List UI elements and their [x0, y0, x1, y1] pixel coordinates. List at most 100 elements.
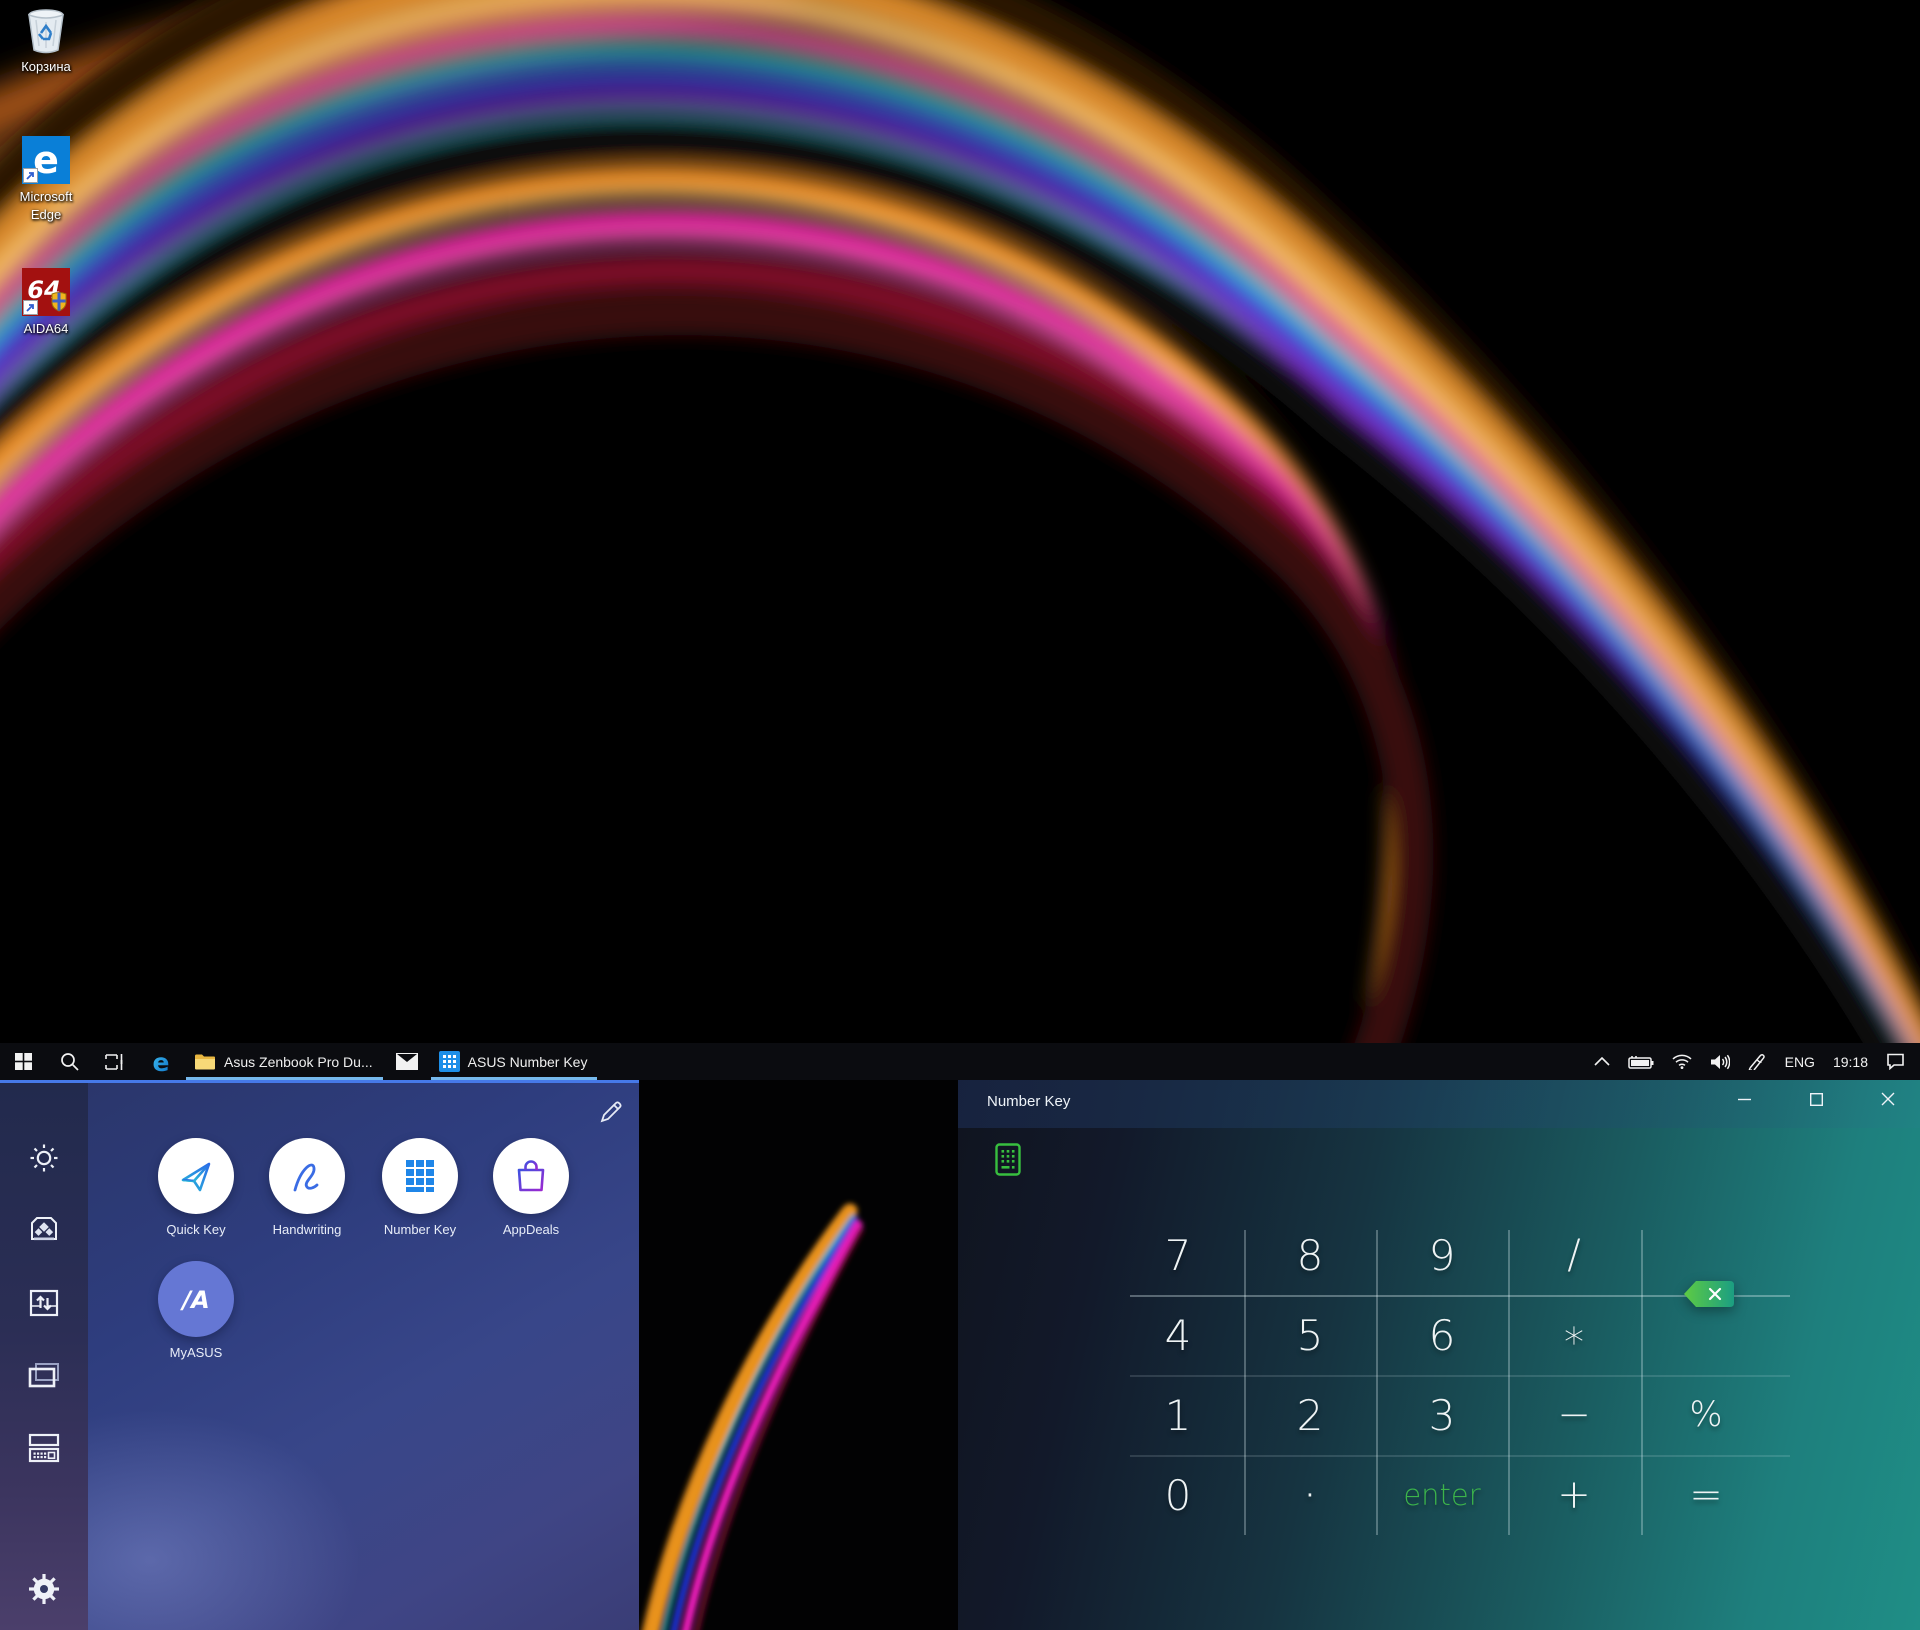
- handwriting-icon: [269, 1138, 345, 1214]
- numpad-key-percent[interactable]: %: [1640, 1375, 1772, 1455]
- number-key-icon: [438, 1051, 460, 1072]
- number-key-app-icon: [382, 1138, 458, 1214]
- numpad-key-equals[interactable]: =: [1640, 1455, 1772, 1535]
- desktop: Корзина e Microsoft Edge 64 AIDA64: [0, 0, 1920, 1043]
- number-key-window: Number Key 7 8 9 / 4 5 6 ∗ 1 2 3 − % 0 ·…: [958, 1080, 1920, 1630]
- screenpad-wallpaper: [639, 1080, 958, 1630]
- shortcut-arrow-icon: [23, 168, 38, 183]
- minimize-button[interactable]: [1722, 1082, 1766, 1116]
- appdeals-icon: [493, 1138, 569, 1214]
- maximize-button[interactable]: [1794, 1082, 1838, 1116]
- numpad-key-0[interactable]: 0: [1112, 1455, 1244, 1535]
- desktop-icon-label: Microsoft Edge: [19, 189, 73, 222]
- task-swap-button[interactable]: [0, 1281, 88, 1325]
- edge-icon: e: [22, 136, 70, 184]
- myasus-icon: /A: [158, 1261, 234, 1337]
- numpad-key-5[interactable]: 5: [1244, 1295, 1376, 1375]
- launcher-app-label: MyASUS: [169, 1345, 223, 1360]
- quick-key-icon: [158, 1138, 234, 1214]
- start-button[interactable]: [0, 1043, 46, 1080]
- tray-chevron-icon[interactable]: [1585, 1043, 1619, 1080]
- launcher-app-label: Handwriting: [272, 1222, 342, 1237]
- tray-pen-icon[interactable]: [1739, 1043, 1776, 1080]
- edit-launcher-button[interactable]: [596, 1097, 626, 1127]
- maximize-icon: [1809, 1092, 1823, 1106]
- taskbar-window-number-key[interactable]: ASUS Number Key: [429, 1043, 600, 1080]
- search-button[interactable]: [46, 1043, 92, 1080]
- recycle-bin-icon: [22, 6, 70, 54]
- svg-text:/A: /A: [179, 1286, 209, 1314]
- task-swap-icon: [29, 1289, 59, 1317]
- numpad-key-2[interactable]: 2: [1244, 1375, 1376, 1455]
- numpad-key-divide[interactable]: /: [1508, 1215, 1640, 1295]
- tray-wifi-icon[interactable]: [1663, 1043, 1701, 1080]
- numpad-key-9[interactable]: 9: [1376, 1215, 1508, 1295]
- launcher-app-number-key[interactable]: Number Key: [370, 1138, 470, 1237]
- taskbar-window-label: Asus Zenbook Pro Du...: [224, 1053, 373, 1070]
- launcher-app-quick-key[interactable]: Quick Key: [146, 1138, 246, 1237]
- taskbar-window-label: ASUS Number Key: [467, 1053, 588, 1070]
- minimize-icon: [1737, 1098, 1751, 1100]
- number-key-titlebar[interactable]: Number Key: [958, 1080, 1920, 1128]
- numpad-key-6[interactable]: 6: [1376, 1295, 1508, 1375]
- task-view-button[interactable]: [92, 1043, 138, 1080]
- launcher-app-label: AppDeals: [502, 1222, 560, 1237]
- aida64-icon: 64: [22, 268, 70, 316]
- launcher-app-label: Quick Key: [166, 1222, 226, 1237]
- desktop-icon-label: AIDA64: [23, 321, 69, 336]
- desktop-icon-aida64[interactable]: 64 AIDA64: [8, 268, 84, 338]
- numpad-grid: 7 8 9/ 4 5 6 ∗ 1 2 3−% 0 · enter + =: [1112, 1215, 1772, 1535]
- taskbar-mail-icon[interactable]: [385, 1043, 429, 1080]
- brightness-button[interactable]: [0, 1136, 88, 1180]
- app-navigator-icon: [31, 1217, 57, 1241]
- numpad-key-multiply[interactable]: ∗: [1508, 1295, 1640, 1375]
- launcher-app-myasus[interactable]: /A MyASUS: [146, 1261, 246, 1360]
- launcher-app-appdeals[interactable]: AppDeals: [481, 1138, 581, 1237]
- numpad-key-8[interactable]: 8: [1244, 1215, 1376, 1295]
- numpad-key-backspace[interactable]: [1682, 1280, 1736, 1308]
- folder-icon: [195, 1054, 215, 1069]
- brightness-icon: [30, 1144, 58, 1172]
- launcher-app-handwriting[interactable]: Handwriting: [257, 1138, 357, 1237]
- window-title: Number Key: [987, 1093, 1071, 1110]
- taskbar-spacer: [599, 1043, 1584, 1080]
- numpad-key-decimal[interactable]: ·: [1244, 1455, 1376, 1535]
- launcher-sidebar: [0, 1083, 88, 1630]
- screen: Корзина e Microsoft Edge 64 AIDA64 e Asu…: [0, 0, 1920, 1630]
- numpad-key-plus[interactable]: +: [1508, 1455, 1640, 1535]
- numpad-key-minus[interactable]: −: [1508, 1375, 1640, 1455]
- close-icon: [1881, 1092, 1895, 1106]
- numpad-key-3[interactable]: 3: [1376, 1375, 1508, 1455]
- desktop-icon-recycle-bin[interactable]: Корзина: [8, 6, 84, 76]
- settings-button[interactable]: [0, 1567, 88, 1611]
- launcher-app-label: Number Key: [383, 1222, 457, 1237]
- gear-icon: [29, 1574, 59, 1604]
- pencil-icon: [600, 1101, 622, 1123]
- numpad-key-7[interactable]: 7: [1112, 1215, 1244, 1295]
- action-center-icon[interactable]: [1877, 1043, 1914, 1080]
- desktop-icon-label: Корзина: [21, 59, 71, 74]
- taskbar: e Asus Zenbook Pro Du... ASUS Number Key: [0, 1043, 1920, 1080]
- window-to-screenpad-button[interactable]: [0, 1353, 88, 1397]
- numpad-key-4[interactable]: 4: [1112, 1295, 1244, 1375]
- numpad-mode-icon[interactable]: [995, 1143, 1021, 1181]
- app-navigator-button[interactable]: [0, 1208, 88, 1252]
- tray-language[interactable]: ENG: [1776, 1043, 1824, 1080]
- desktop-icon-edge[interactable]: e Microsoft Edge: [8, 136, 84, 223]
- screenpad-launcher: Quick Key Handwriting Number Key AppDeal…: [0, 1080, 639, 1630]
- taskbar-window-zenbook[interactable]: Asus Zenbook Pro Du...: [184, 1043, 385, 1080]
- tray-battery-icon[interactable]: [1619, 1043, 1663, 1080]
- desktop-wallpaper: [0, 0, 1920, 1043]
- tray-volume-icon[interactable]: [1701, 1043, 1739, 1080]
- numpad-key-1[interactable]: 1: [1112, 1375, 1244, 1455]
- numpad-key-enter[interactable]: enter: [1376, 1455, 1508, 1535]
- window-icon: [28, 1363, 59, 1388]
- edge-taskbar-icon[interactable]: e: [138, 1043, 184, 1080]
- screenpad: Quick Key Handwriting Number Key AppDeal…: [0, 1080, 1920, 1630]
- shortcut-arrow-icon: [23, 300, 38, 315]
- keyboard-dock-icon: [28, 1433, 60, 1463]
- close-button[interactable]: [1866, 1082, 1910, 1116]
- system-tray: ENG 19:18: [1585, 1043, 1920, 1080]
- keyboard-dock-button[interactable]: [0, 1426, 88, 1470]
- tray-clock[interactable]: 19:18: [1824, 1043, 1877, 1080]
